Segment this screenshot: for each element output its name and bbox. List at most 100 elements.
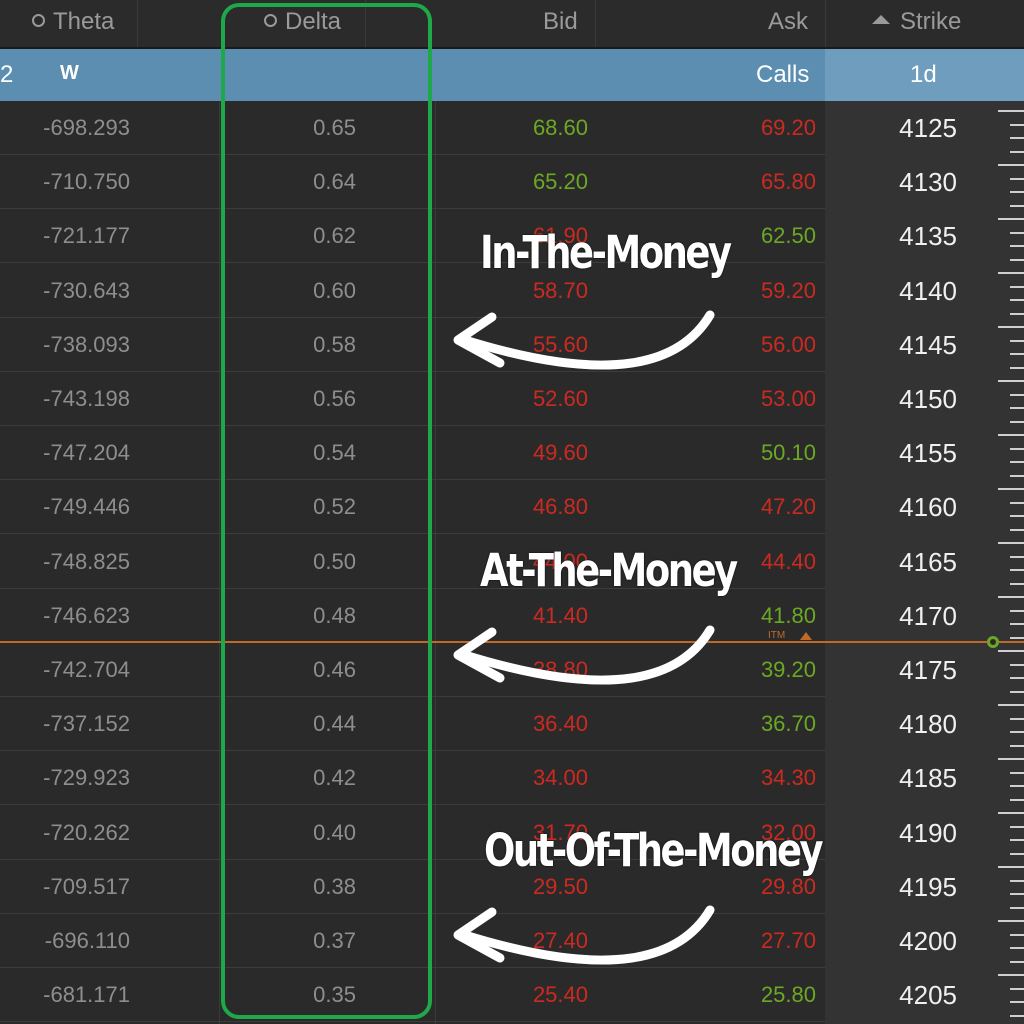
left-arrow-icon [453,905,715,965]
strike-cell[interactable]: 4140 [825,264,957,318]
ask-cell[interactable]: 47.20 [600,480,816,534]
scale-tick [1010,150,1024,153]
theta-cell: -729.923 [43,765,130,791]
strike-cell[interactable]: 4145 [825,318,957,372]
bid-cell[interactable]: 46.80 [440,480,588,534]
scale-tick [998,596,1024,598]
scale-tick [1010,947,1024,949]
scale-tick [1010,623,1024,625]
scale-tick [1010,204,1024,207]
scale-tick [1010,191,1024,193]
weekly-label: W [60,62,79,84]
strike-cell[interactable]: 4155 [825,426,957,480]
scale-tick [1010,663,1024,666]
bid-header[interactable]: Bid [543,0,578,47]
scale-tick [1010,177,1024,180]
scale-tick [998,866,1024,868]
theta-header[interactable]: Theta [32,0,114,47]
strike-cell[interactable]: 4195 [825,860,957,914]
scale-tick [1010,474,1024,477]
scale-tick [1010,960,1024,963]
scale-tick [1010,515,1024,517]
strike-cell[interactable]: 4175 [825,643,957,697]
scale-tick [1010,555,1024,558]
scale-tick [1010,123,1024,126]
scale-tick [1010,137,1024,139]
scale-tick [1010,528,1024,531]
scale-tick [1010,798,1024,801]
theta-cell: -749.446 [43,494,130,520]
ask-cell[interactable]: 65.80 [600,155,816,209]
theta-cell: -742.704 [43,657,130,682]
scale-tick [1010,677,1024,679]
bid-cell[interactable]: 65.20 [440,155,588,209]
scale-tick [1010,569,1024,571]
scale-tick [998,704,1024,706]
scale-tick [1010,339,1024,342]
theta-cell: -696.110 [44,928,130,953]
ask-cell[interactable]: 50.10 [600,426,816,480]
scale-tick [1010,353,1024,355]
expiry-subheader[interactable]: 1d [825,49,1024,101]
strike-cell[interactable]: 4170 [825,589,957,643]
scale-tick [998,110,1024,112]
calls-label: Calls [756,61,810,88]
scale-tick [1010,407,1024,409]
left-arrow-icon [453,625,715,685]
scale-tick [998,164,1024,166]
strike-cell[interactable]: 4205 [825,968,957,1022]
scale-tick [998,920,1024,922]
scale-tick [1010,852,1024,855]
theta-cell: -709.517 [43,873,130,899]
scale-tick [998,434,1024,436]
itm-label: ITM [768,630,786,641]
scale-tick [1010,582,1024,585]
strike-cell[interactable]: 4190 [825,806,957,860]
itm-marker-icon [800,632,812,640]
strike-cell[interactable]: 4160 [825,480,957,534]
scale-tick [1010,461,1024,463]
scale-tick [1010,366,1024,369]
scale-tick [1010,636,1024,639]
scale-tick [998,542,1024,544]
bid-cell[interactable]: 49.60 [440,426,588,480]
at-the-money-annotation: At-The-Money [480,544,738,597]
scale-tick [998,758,1024,760]
scale-tick [998,218,1024,220]
scale-tick [1010,785,1024,787]
ask-header[interactable]: Ask [768,0,808,47]
bid-cell[interactable]: 68.60 [440,101,588,155]
scale-tick [1010,393,1024,396]
scale-tick [1010,839,1024,841]
out-of-the-money-annotation: Out-Of-The-Money [484,824,824,877]
scale-tick [998,650,1024,652]
scale-tick [1010,609,1024,612]
price-marker-icon[interactable] [987,636,999,648]
scale-tick [1010,879,1024,882]
scale-tick [998,488,1024,490]
scale-tick [1010,893,1024,895]
strike-cell[interactable]: 4125 [825,101,957,155]
ask-cell[interactable]: 69.20 [600,101,816,155]
header-divider [595,0,596,47]
scale-tick [1010,258,1024,261]
strike-cell[interactable]: 4185 [825,751,957,805]
subheader-number: 2 [0,61,14,88]
strike-cell[interactable]: 4200 [825,914,957,968]
scale-tick [1010,299,1024,301]
scale-tick [1010,717,1024,720]
scale-tick [998,272,1024,274]
bid-cell[interactable]: 34.00 [440,751,588,805]
strike-cell[interactable]: 4180 [825,697,957,751]
strike-cell[interactable]: 4150 [825,372,957,426]
strike-cell[interactable]: 4135 [825,209,957,263]
strike-cell[interactable]: 4130 [825,155,957,209]
strike-cell[interactable]: 4165 [825,535,957,589]
scale-tick [1010,312,1024,315]
scale-tick [1010,933,1024,936]
theta-cell: -681.171 [43,982,130,1008]
scale-tick [1010,245,1024,247]
strike-header[interactable]: Strike [872,0,961,47]
scale-tick [998,380,1024,382]
ask-cell[interactable]: 34.30 [600,751,816,805]
